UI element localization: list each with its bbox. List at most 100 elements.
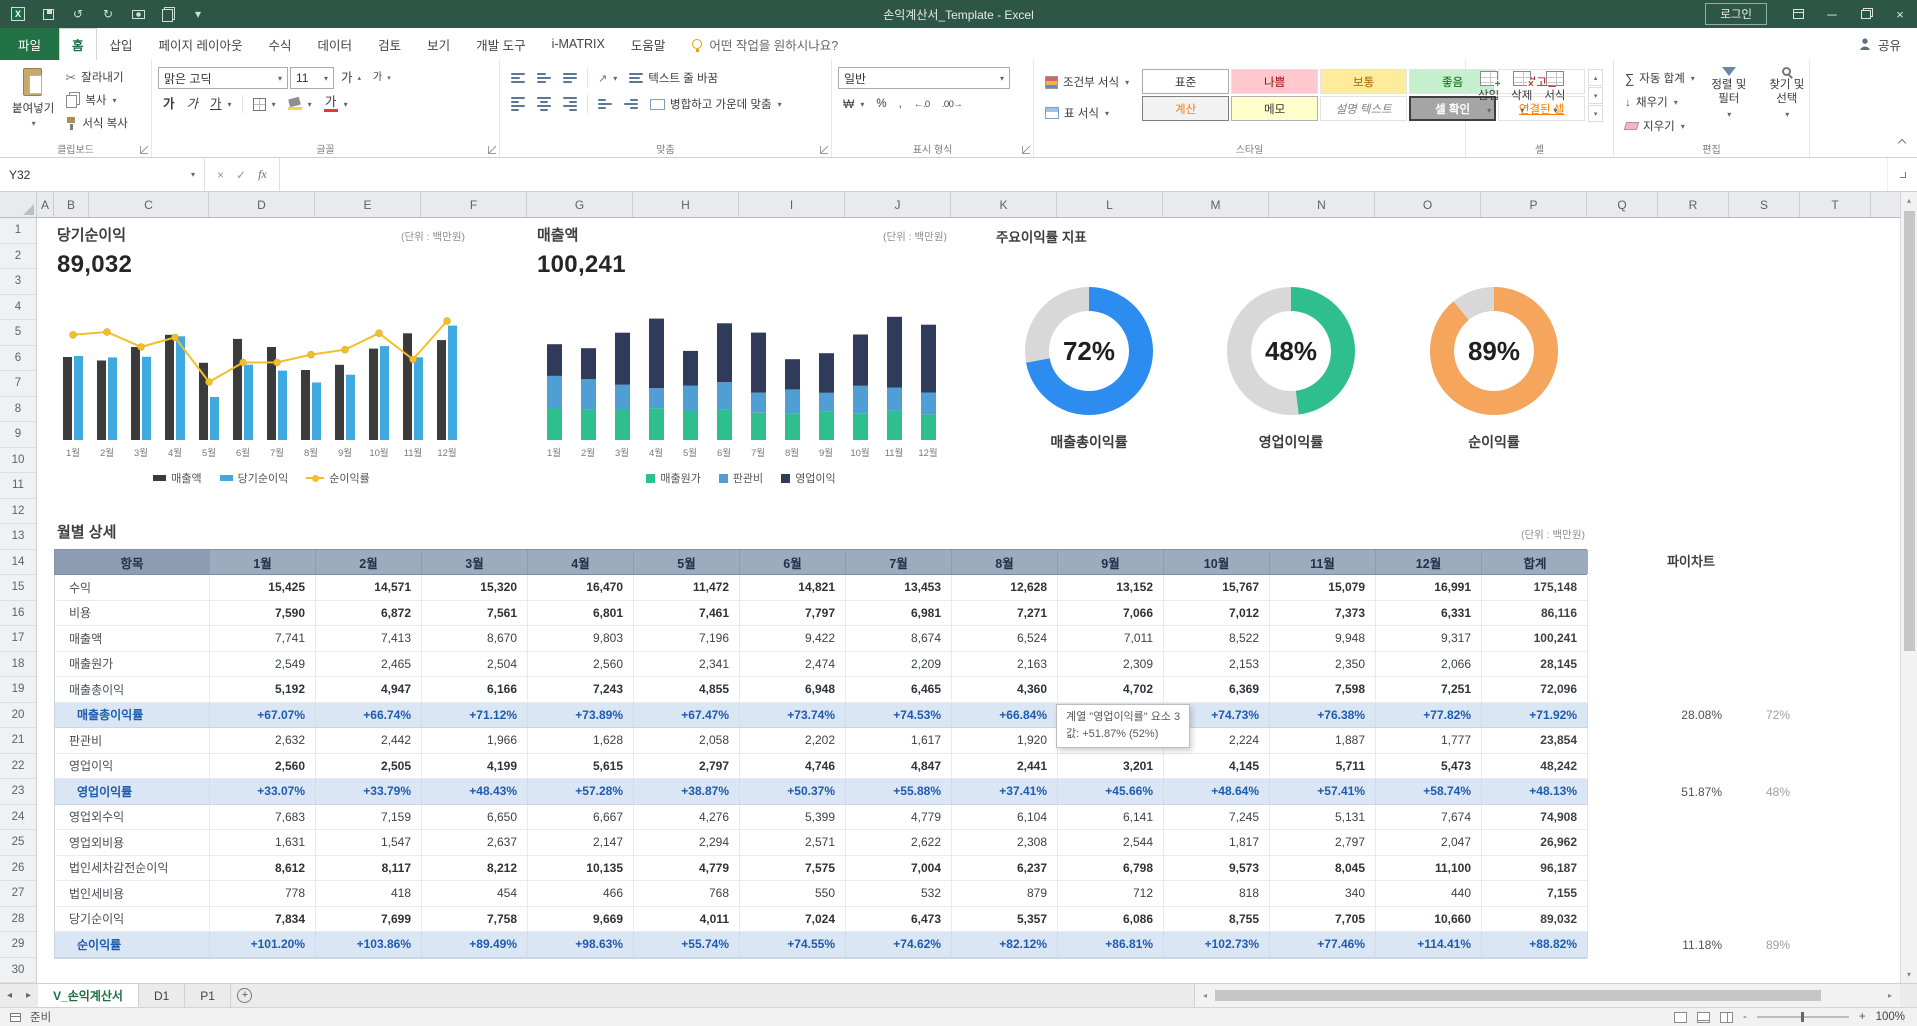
table-cell[interactable]: 2,632 [210, 728, 316, 754]
donut-chart-3[interactable]: 89% [1419, 276, 1569, 426]
redo-button[interactable]: ↻ [100, 7, 116, 22]
table-cell[interactable]: +55.88% [846, 779, 952, 805]
page-layout-view-button[interactable] [1697, 1012, 1710, 1023]
table-cell-total[interactable]: 7,155 [1482, 881, 1588, 907]
table-cell[interactable]: 2,442 [316, 728, 422, 754]
table-cell[interactable]: 6,473 [846, 907, 952, 933]
table-cell[interactable]: 418 [316, 881, 422, 907]
table-cell[interactable]: 8,755 [1164, 907, 1270, 933]
table-cell[interactable]: 8,117 [316, 856, 422, 882]
table-cell[interactable]: 2,474 [740, 652, 846, 678]
table-cell[interactable]: 8,674 [846, 626, 952, 652]
table-cell[interactable]: 6,141 [1058, 805, 1164, 831]
fx-icon[interactable]: fx [258, 167, 267, 182]
sort-filter-button[interactable]: 정렬 및 필터▾ [1700, 64, 1758, 123]
row-header-2[interactable]: 2 [0, 244, 36, 270]
table-header-0[interactable]: 항목 [55, 550, 210, 574]
cell-style-설명 텍스트[interactable]: 설명 텍스트 [1320, 96, 1407, 121]
table-cell[interactable]: 7,590 [210, 601, 316, 627]
ribbon-tab-4[interactable]: 수식 [256, 28, 305, 60]
table-cell[interactable]: 8,670 [422, 626, 528, 652]
sheet-nav-left[interactable]: ◂ [0, 984, 19, 1007]
table-cell[interactable]: 4,276 [634, 805, 740, 831]
table-cell[interactable]: 9,573 [1164, 856, 1270, 882]
ribbon-tab-8[interactable]: 개발 도구 [463, 28, 538, 60]
table-cell[interactable]: 14,571 [316, 575, 422, 601]
table-cell[interactable]: 768 [634, 881, 740, 907]
table-header-3[interactable]: 3월 [422, 550, 528, 574]
table-row-label[interactable]: 순이익률 [55, 932, 210, 958]
row-header-18[interactable]: 18 [0, 652, 36, 678]
add-sheet-button[interactable]: + [231, 984, 259, 1007]
orientation-button[interactable]: ↗▾ [593, 67, 622, 89]
table-cell-total[interactable]: 89,032 [1482, 907, 1588, 933]
table-cell-total[interactable]: +71.92% [1482, 703, 1588, 729]
table-cell[interactable]: 4,947 [316, 677, 422, 703]
horizontal-scrollbar[interactable]: ◂ ▸ [1194, 984, 1900, 1007]
table-cell[interactable]: 11,472 [634, 575, 740, 601]
table-cell[interactable]: 2,350 [1270, 652, 1376, 678]
table-cell[interactable]: 7,245 [1164, 805, 1270, 831]
table-cell-total[interactable]: 48,242 [1482, 754, 1588, 780]
close-button[interactable]: × [1883, 0, 1917, 28]
table-cell[interactable]: 1,628 [528, 728, 634, 754]
decrease-indent-button[interactable] [593, 93, 617, 115]
table-cell[interactable]: 2,308 [952, 830, 1058, 856]
table-cell-total[interactable]: 86,116 [1482, 601, 1588, 627]
column-header-E[interactable]: E [315, 192, 421, 217]
donut-chart-1[interactable]: 72% [1014, 276, 1164, 426]
table-header-11[interactable]: 11월 [1270, 550, 1376, 574]
table-cell[interactable]: +98.63% [528, 932, 634, 958]
table-cell[interactable]: 2,058 [634, 728, 740, 754]
page-break-view-button[interactable] [1720, 1012, 1733, 1023]
table-cell[interactable]: 2,341 [634, 652, 740, 678]
table-cell[interactable]: +57.28% [528, 779, 634, 805]
table-row-label[interactable]: 영업외비용 [55, 830, 210, 856]
table-cell[interactable]: 7,705 [1270, 907, 1376, 933]
table-cell[interactable]: 12,628 [952, 575, 1058, 601]
cancel-icon[interactable]: × [217, 168, 224, 182]
row-header-12[interactable]: 12 [0, 499, 36, 525]
table-cell-total[interactable]: 72,096 [1482, 677, 1588, 703]
column-header-F[interactable]: F [421, 192, 527, 217]
table-cell[interactable]: 2,147 [528, 830, 634, 856]
table-cell[interactable]: 4,199 [422, 754, 528, 780]
table-cell[interactable]: 16,991 [1376, 575, 1482, 601]
table-row-label[interactable]: 영업외수익 [55, 805, 210, 831]
table-cell[interactable]: 4,011 [634, 907, 740, 933]
row-header-20[interactable]: 20 [0, 703, 36, 729]
table-cell[interactable]: +55.74% [634, 932, 740, 958]
find-select-button[interactable]: 찾기 및 선택▾ [1758, 64, 1816, 123]
align-right-button[interactable] [558, 93, 582, 115]
spreadsheet-grid[interactable]: 당기순이익 (단위 : 백만원) 89,032 1월2월3월4월5월6월7월8월… [0, 218, 1900, 983]
increase-decimal-button[interactable]: ←.0 [909, 93, 935, 115]
delete-cells-button[interactable]: ×삭제▾ [1505, 68, 1538, 119]
table-cell[interactable]: 879 [952, 881, 1058, 907]
table-cell[interactable]: 6,948 [740, 677, 846, 703]
row-header-13[interactable]: 13 [0, 524, 36, 550]
table-header-8[interactable]: 8월 [952, 550, 1058, 574]
ribbon-tab-2[interactable]: 삽입 [97, 28, 146, 60]
ribbon-display-options-button[interactable] [1781, 0, 1815, 28]
table-header-7[interactable]: 7월 [846, 550, 952, 574]
table-cell[interactable]: 5,399 [740, 805, 846, 831]
table-cell[interactable]: +73.89% [528, 703, 634, 729]
table-cell-total[interactable]: 100,241 [1482, 626, 1588, 652]
row-header-25[interactable]: 25 [0, 830, 36, 856]
dialog-launcher-icon[interactable] [140, 146, 148, 154]
table-header-9[interactable]: 9월 [1058, 550, 1164, 574]
font-size-select[interactable]: 11▾ [290, 67, 334, 89]
table-cell[interactable]: +74.53% [846, 703, 952, 729]
format-as-table-button[interactable]: 표 서식▾ [1040, 102, 1134, 124]
table-header-4[interactable]: 4월 [528, 550, 634, 574]
table-cell[interactable]: 2,066 [1376, 652, 1482, 678]
table-cell[interactable]: 6,369 [1164, 677, 1270, 703]
table-cell[interactable]: 7,758 [422, 907, 528, 933]
table-header-12[interactable]: 12월 [1376, 550, 1482, 574]
formula-input[interactable] [280, 158, 1887, 191]
row-header-16[interactable]: 16 [0, 601, 36, 627]
table-cell[interactable]: 7,271 [952, 601, 1058, 627]
table-cell[interactable]: 532 [846, 881, 952, 907]
minimize-button[interactable]: ─ [1815, 0, 1849, 28]
sheet-tab-V_손익계산서[interactable]: V_손익계산서 [38, 984, 139, 1007]
